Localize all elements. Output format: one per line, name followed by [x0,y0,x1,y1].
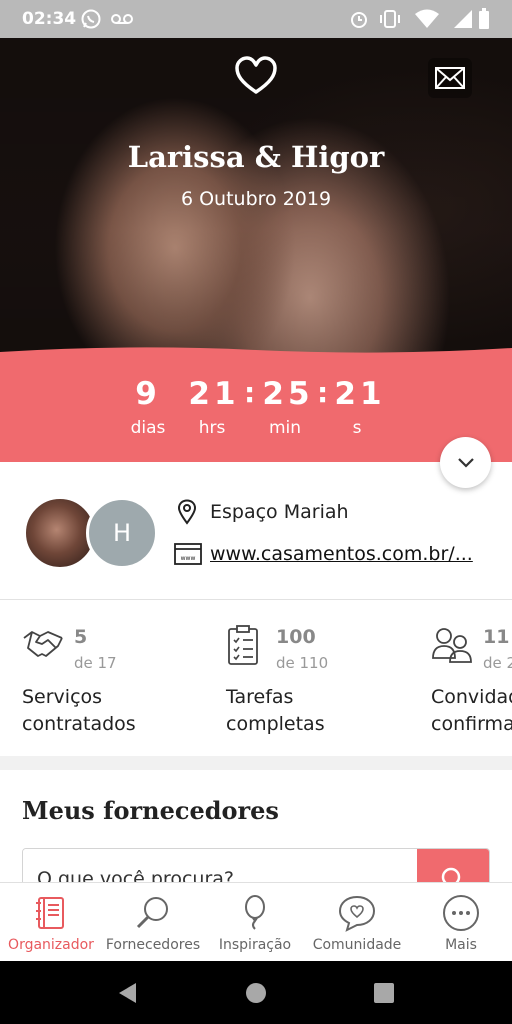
handshake-icon [23,631,63,657]
divider [0,599,512,600]
nav-mais[interactable]: Mais [410,883,512,962]
status-bar: 02:34 [0,0,512,38]
nav-inspiracao[interactable]: Inspiração [204,883,306,962]
chevron-down-icon [457,457,474,468]
services-label: Serviços contratados [22,684,136,738]
countdown-separator: : [317,376,329,409]
mail-button[interactable] [428,58,472,98]
guests-label: Convidad confirma [431,684,512,738]
tasks-label-line1: Tarefas [226,686,294,708]
back-icon[interactable] [116,981,138,1005]
countdown-minutes-label: min [268,418,302,438]
heart-logo-icon [235,56,277,94]
nav-label: Mais [445,937,477,953]
svg-text:www: www [181,555,196,562]
whatsapp-icon [81,9,101,29]
chat-heart-icon [338,895,376,932]
countdown-seconds-label: s [352,418,362,438]
guests-label-line2: confirma [431,713,512,735]
avatar-initial: H [112,519,132,547]
partner-avatar[interactable]: H [86,497,158,569]
tasks-label: Tarefas completas [226,684,325,738]
nav-label: Comunidade [312,937,402,953]
services-total: de 17 [74,654,117,672]
home-icon[interactable] [244,981,268,1005]
tasks-total: de 110 [276,654,329,672]
nav-comunidade[interactable]: Comunidade [306,883,408,962]
countdown-seconds: 21 [334,376,386,412]
countdown-separator: : [244,376,256,409]
countdown-days-label: dias [130,418,166,438]
more-icon [443,895,479,931]
countdown-banner: 9 21 : 25 : 21 dias hrs min s [0,356,512,462]
mail-icon [435,67,465,89]
notebook-icon [36,897,64,929]
recents-icon[interactable] [373,982,395,1004]
status-time: 02:34 [22,9,77,29]
website-link[interactable]: www.casamentos.com.br/... [210,543,473,565]
nav-label: Fornecedores [105,937,201,953]
section-separator [0,756,512,770]
countdown-days: 9 [135,376,161,412]
tasks-label-line2: completas [226,713,325,735]
website-icon: www [174,543,202,565]
wedding-date: 6 Outubro 2019 [180,188,332,210]
nav-organizador[interactable]: Organizador [0,883,102,962]
suppliers-title: Meus fornecedores [22,796,279,825]
nav-label: Inspiração [218,937,292,953]
balloon-icon [245,895,265,930]
expand-button[interactable] [440,437,491,488]
guests-total: de 2 [483,654,512,672]
couple-names: Larissa & Higor [127,140,385,174]
vibrate-icon [380,10,400,28]
venue-row[interactable]: Espaço Mariah [176,498,349,526]
location-pin-icon [177,499,197,525]
system-navigation-bar [0,961,512,1024]
guests-label-line1: Convidad [431,686,512,708]
checklist-icon [228,625,258,665]
voicemail-icon [111,14,133,24]
services-label-line1: Serviços [22,686,103,708]
guests-count: 11 [483,626,510,648]
countdown-hours: 21 [188,376,240,412]
signal-icon [454,10,472,28]
battery-icon [479,8,489,29]
services-label-line2: contratados [22,713,136,735]
services-count: 5 [74,626,88,648]
alarm-icon [351,12,367,28]
hero-cover-photo: Larissa & Higor 6 Outubro 2019 [0,38,512,358]
wifi-icon [415,9,439,28]
search-icon [136,897,168,929]
bottom-navigation: Organizador Fornecedores Inspiração Comu… [0,882,512,961]
countdown-minutes: 25 [262,376,314,412]
tasks-count: 100 [276,626,316,648]
website-row[interactable]: www www.casamentos.com.br/... [174,540,473,568]
nav-label: Organizador [8,937,94,953]
venue-name: Espaço Mariah [210,501,349,523]
nav-fornecedores[interactable]: Fornecedores [102,883,204,962]
guests-icon [432,628,472,663]
countdown-hours-label: hrs [198,418,226,438]
